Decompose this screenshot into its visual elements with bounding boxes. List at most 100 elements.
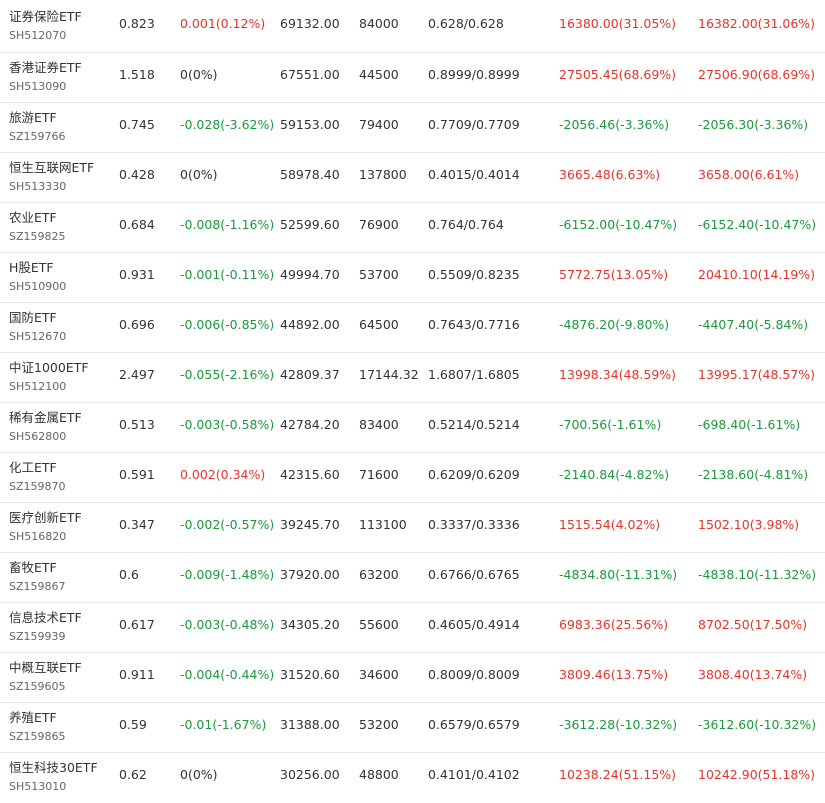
profit-loss-cell: -2056.46(-3.36%) [559,117,670,132]
fund-name[interactable]: 畜牧ETF [9,560,66,576]
price-cell: 0.513 [119,417,155,432]
change-cell: -0.008(-1.16%) [180,217,275,232]
change-cell: -0.028(-3.62%) [180,117,275,132]
fund-name-block[interactable]: 中证1000ETF SH512100 [9,360,89,394]
fund-name[interactable]: 香港证券ETF [9,60,82,76]
fund-name-block[interactable]: 医疗创新ETF SH516820 [9,510,82,544]
change-cell: -0.001(-0.11%) [180,267,275,282]
fund-name-block[interactable]: 恒生科技30ETF SH513010 [9,760,98,794]
table-row[interactable]: 畜牧ETF SZ159867 0.6 -0.009(-1.48%) 37920.00 63… [0,553,825,603]
table-row[interactable]: 旅游ETF SZ159766 0.745 -0.028(-3.62%) 59153.00… [0,103,825,153]
table-row[interactable]: H股ETF SH510900 0.931 -0.001(-0.11%) 49994.70… [0,253,825,303]
fund-name-block[interactable]: 畜牧ETF SZ159867 [9,560,66,594]
fund-name-block[interactable]: 证券保险ETF SH512070 [9,9,82,43]
total-profit-loss-cell: 27506.90(68.69%) [698,67,816,82]
fund-name[interactable]: 中概互联ETF [9,660,82,676]
change-cell: 0(0%) [180,767,218,782]
cost-cell: 0.7709/0.7709 [428,117,520,132]
profit-loss-cell: 1515.54(4.02%) [559,517,661,532]
total-profit-loss-cell: 3658.00(6.61%) [698,167,800,182]
market-value-cell: 59153.00 [280,117,340,132]
table-row[interactable]: 医疗创新ETF SH516820 0.347 -0.002(-0.57%) 39245.… [0,503,825,553]
total-profit-loss-cell: 8702.50(17.50%) [698,617,808,632]
fund-name-block[interactable]: 养殖ETF SZ159865 [9,710,66,744]
fund-name-block[interactable]: 香港证券ETF SH513090 [9,60,82,94]
table-row[interactable]: 中证1000ETF SH512100 2.497 -0.055(-2.16%) 4280… [0,353,825,403]
fund-name[interactable]: 养殖ETF [9,710,66,726]
market-value-cell: 39245.70 [280,517,340,532]
fund-name[interactable]: 化工ETF [9,460,66,476]
total-profit-loss-cell: -4407.40(-5.84%) [698,317,809,332]
table-row[interactable]: 信息技术ETF SZ159939 0.617 -0.003(-0.48%) 34305.… [0,603,825,653]
cost-cell: 0.6579/0.6579 [428,717,520,732]
fund-name[interactable]: 恒生互联网ETF [9,160,94,176]
fund-name[interactable]: 农业ETF [9,210,66,226]
fund-name-block[interactable]: 化工ETF SZ159870 [9,460,66,494]
table-row[interactable]: 香港证券ETF SH513090 1.518 0(0%) 67551.00 44500 0.… [0,53,825,103]
table-row[interactable]: 国防ETF SH512670 0.696 -0.006(-0.85%) 44892.00… [0,303,825,353]
fund-code: SZ159870 [9,480,66,493]
fund-code: SH510900 [9,280,67,293]
fund-name-block[interactable]: 农业ETF SZ159825 [9,210,66,244]
shares-cell: 53200 [359,717,399,732]
total-profit-loss-cell: 20410.10(14.19%) [698,267,816,282]
table-row[interactable]: 养殖ETF SZ159865 0.59 -0.01(-1.67%) 31388.00 53… [0,703,825,753]
change-cell: -0.004(-0.44%) [180,667,275,682]
shares-cell: 48800 [359,767,399,782]
total-profit-loss-cell: 10242.90(51.18%) [698,767,816,782]
price-cell: 2.497 [119,367,155,382]
fund-name[interactable]: 国防ETF [9,310,66,326]
cost-cell: 0.3337/0.3336 [428,517,520,532]
price-cell: 1.518 [119,67,155,82]
market-value-cell: 49994.70 [280,267,340,282]
table-row[interactable]: 证券保险ETF SH512070 0.823 0.001(0.12%) 69132.00… [0,0,825,53]
cost-cell: 0.5214/0.5214 [428,417,520,432]
change-cell: -0.01(-1.67%) [180,717,267,732]
fund-name[interactable]: 恒生科技30ETF [9,760,98,776]
table-row[interactable]: 稀有金属ETF SH562800 0.513 -0.003(-0.58%) 42784.… [0,403,825,453]
total-profit-loss-cell: 3808.40(13.74%) [698,667,808,682]
price-cell: 0.745 [119,117,155,132]
fund-name[interactable]: 医疗创新ETF [9,510,82,526]
table-row[interactable]: 中概互联ETF SZ159605 0.911 -0.004(-0.44%) 31520.… [0,653,825,703]
fund-name-block[interactable]: 旅游ETF SZ159766 [9,110,66,144]
shares-cell: 44500 [359,67,399,82]
fund-name[interactable]: 信息技术ETF [9,610,82,626]
fund-name[interactable]: 旅游ETF [9,110,66,126]
table-row[interactable]: 化工ETF SZ159870 0.591 0.002(0.34%) 42315.60 71… [0,453,825,503]
table-row[interactable]: 农业ETF SZ159825 0.684 -0.008(-1.16%) 52599.60… [0,203,825,253]
total-profit-loss-cell: -698.40(-1.61%) [698,417,801,432]
change-cell: 0.002(0.34%) [180,467,266,482]
change-cell: -0.003(-0.48%) [180,617,275,632]
cost-cell: 0.8009/0.8009 [428,667,520,682]
total-profit-loss-cell: 13995.17(48.57%) [698,367,816,382]
market-value-cell: 67551.00 [280,67,340,82]
table-row[interactable]: 恒生互联网ETF SH513330 0.428 0(0%) 58978.40 137800… [0,153,825,203]
fund-name-block[interactable]: 中概互联ETF SZ159605 [9,660,82,694]
fund-code: SH512070 [9,29,67,42]
fund-name[interactable]: 稀有金属ETF [9,410,82,426]
market-value-cell: 42809.37 [280,367,340,382]
market-value-cell: 44892.00 [280,317,340,332]
price-cell: 0.696 [119,317,155,332]
fund-name[interactable]: 中证1000ETF [9,360,89,376]
fund-name[interactable]: H股ETF [9,260,66,276]
fund-name-block[interactable]: 国防ETF SH512670 [9,310,66,344]
change-cell: -0.003(-0.58%) [180,417,275,432]
price-cell: 0.931 [119,267,155,282]
fund-code: SH512100 [9,380,67,393]
fund-code: SZ159605 [9,680,66,693]
fund-code: SZ159867 [9,580,66,593]
fund-name-block[interactable]: H股ETF SH510900 [9,260,66,294]
fund-name-block[interactable]: 信息技术ETF SZ159939 [9,610,82,644]
cost-cell: 0.7643/0.7716 [428,317,520,332]
fund-code: SZ159865 [9,730,66,743]
profit-loss-cell: -3612.28(-10.32%) [559,717,678,732]
fund-name-block[interactable]: 恒生互联网ETF SH513330 [9,160,94,194]
fund-name-block[interactable]: 稀有金属ETF SH562800 [9,410,82,444]
cost-cell: 0.6766/0.6765 [428,567,520,582]
fund-name[interactable]: 证券保险ETF [9,9,82,25]
change-cell: -0.002(-0.57%) [180,517,275,532]
total-profit-loss-cell: 16382.00(31.06%) [698,16,816,31]
price-cell: 0.591 [119,467,155,482]
